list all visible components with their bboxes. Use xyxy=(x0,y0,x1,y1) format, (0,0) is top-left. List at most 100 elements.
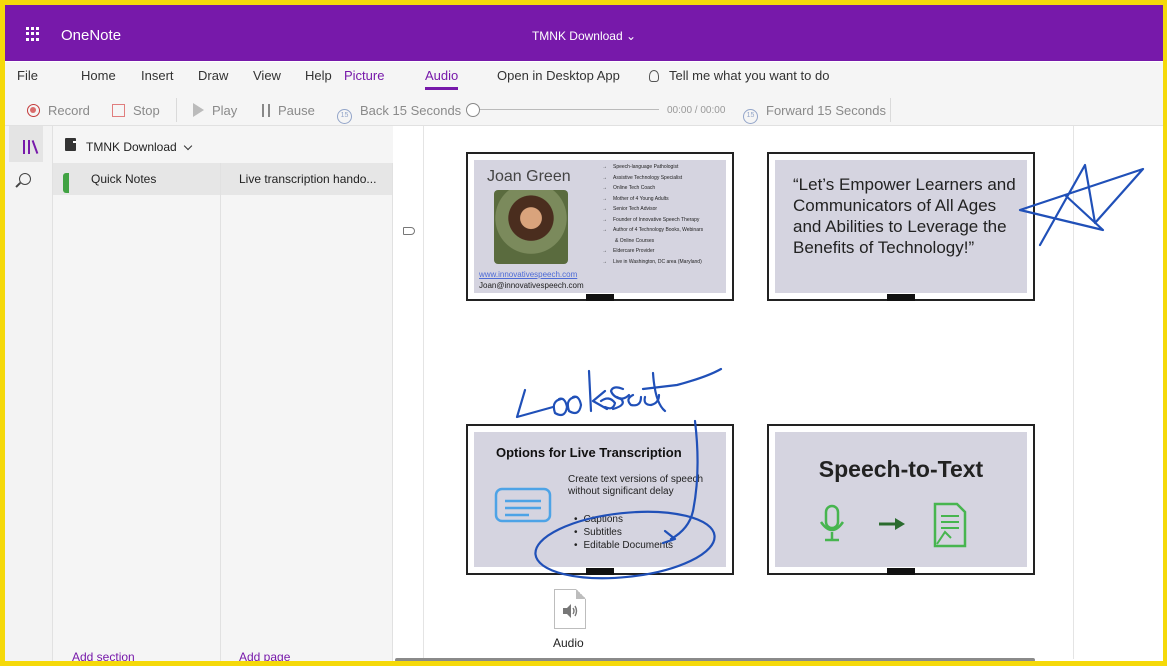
slide-live-transcription[interactable]: Options for Live Transcription Create te… xyxy=(466,424,734,575)
record-icon xyxy=(27,104,40,117)
record-label: Record xyxy=(48,103,90,118)
forward-label: Forward 15 Seconds xyxy=(766,103,886,118)
navigation-rail xyxy=(5,126,53,661)
slide-body: “Let’s Empower Learners and Communicator… xyxy=(775,160,1027,293)
website-link[interactable]: www.innovativespeech.com xyxy=(479,270,577,279)
expand-tag-icon[interactable] xyxy=(403,227,415,235)
list-item: Captions xyxy=(574,513,673,526)
pause-button[interactable]: Pause xyxy=(262,103,315,118)
list-item: Subtitles xyxy=(574,526,673,539)
document-icon xyxy=(933,502,967,548)
section-color-tab xyxy=(63,173,69,193)
add-section-button[interactable]: Add section xyxy=(72,650,135,661)
list-item: Editable Documents xyxy=(574,539,674,552)
sections-pane: Quick Notes Add section xyxy=(53,163,221,661)
page-label: Live transcription hando... xyxy=(239,172,377,186)
slide-body: Joan Green www.innovativespeech.com Joan… xyxy=(474,160,726,293)
speaker-icon xyxy=(563,604,578,618)
slide-body: Options for Live Transcription Create te… xyxy=(474,432,726,567)
page-margin-line xyxy=(1073,126,1074,659)
speaker-photo xyxy=(494,190,568,264)
record-button[interactable]: Record xyxy=(27,103,90,118)
play-button[interactable]: Play xyxy=(193,103,237,118)
add-page-button[interactable]: Add page xyxy=(239,650,290,661)
audio-attachment-label: Audio xyxy=(553,636,584,650)
tab-insert[interactable]: Insert xyxy=(141,68,174,83)
slide-description: Create text versions of speech without s… xyxy=(568,474,704,497)
rewind-icon: 15 xyxy=(337,109,352,124)
slide-body: Speech-to-Text xyxy=(775,432,1027,567)
toolbar-divider xyxy=(890,98,891,122)
toolbar-divider xyxy=(176,98,177,122)
bio-item: Speech-language Pathologist xyxy=(602,162,703,173)
slide-tag xyxy=(586,294,614,301)
speech-to-document-icons xyxy=(819,502,967,548)
tell-me-label: Tell me what you want to do xyxy=(669,68,830,83)
page-item[interactable]: Live transcription hando... xyxy=(221,163,392,195)
library-icon xyxy=(23,140,39,154)
tab-help[interactable]: Help xyxy=(305,68,332,83)
speaker-name: Joan Green xyxy=(487,168,571,185)
microphone-icon xyxy=(819,504,845,542)
pages-pane: Live transcription hando... Add page xyxy=(221,163,393,661)
slide-tag xyxy=(887,568,915,575)
tab-audio[interactable]: Audio xyxy=(425,68,459,90)
horizontal-scrollbar[interactable] xyxy=(395,658,1035,661)
slide-title: Options for Live Transcription xyxy=(496,445,682,460)
audio-attachment[interactable] xyxy=(554,589,586,629)
slide-tag xyxy=(586,568,614,575)
bio-item: Assistive Technology Specialist xyxy=(602,173,703,184)
tab-home[interactable]: Home xyxy=(81,68,116,83)
slide-joan-green[interactable]: Joan Green www.innovativespeech.com Joan… xyxy=(466,152,734,301)
bio-item: Mother of 4 Young Adults xyxy=(602,194,703,205)
slide-title: Speech-to-Text xyxy=(818,456,984,482)
tab-picture[interactable]: Picture xyxy=(344,68,384,83)
notebook-name: TMNK Download xyxy=(86,140,177,154)
seek-slider-thumb[interactable] xyxy=(466,103,480,117)
slide-speech-to-text[interactable]: Speech-to-Text xyxy=(767,424,1035,575)
slide-quote[interactable]: “Let’s Empower Learners and Communicator… xyxy=(767,152,1035,301)
document-title[interactable]: TMNK Download ⌄ xyxy=(5,29,1163,43)
arrow-right-icon xyxy=(879,518,905,530)
chat-bubble-icon xyxy=(494,487,552,523)
stop-label: Stop xyxy=(133,103,160,118)
tab-file[interactable]: File xyxy=(17,68,38,83)
section-item-quick-notes[interactable]: Quick Notes xyxy=(53,163,220,195)
slide-tag xyxy=(887,294,915,301)
options-list: Captions Subtitles Editable Documents xyxy=(574,513,674,552)
pause-label: Pause xyxy=(278,103,315,118)
bio-item: Author of 4 Technology Books, Webinars xyxy=(602,225,703,236)
tab-draw[interactable]: Draw xyxy=(198,68,228,83)
back-15-button[interactable]: 15 Back 15 Seconds xyxy=(337,103,461,124)
search-icon[interactable] xyxy=(19,173,31,185)
bio-list: Speech-language Pathologist Assistive Te… xyxy=(602,162,703,267)
notebook-picker[interactable]: TMNK Download xyxy=(53,126,393,163)
bio-item: Eldercare Provider xyxy=(602,246,703,257)
play-label: Play xyxy=(212,103,238,118)
page-margin-line xyxy=(423,126,424,659)
bio-item: Founder of Innovative Speech Therapy xyxy=(602,215,703,226)
back-label: Back 15 Seconds xyxy=(360,103,462,118)
open-desktop-app-button[interactable]: Open in Desktop App xyxy=(497,68,620,83)
pause-icon xyxy=(262,104,270,117)
play-icon xyxy=(193,103,204,117)
bio-item: Live in Washington, DC area (Maryland) xyxy=(602,257,703,268)
time-readout: 00:00 / 00:00 xyxy=(667,105,726,116)
stop-button[interactable]: Stop xyxy=(112,103,160,118)
bio-item: Senior Tech Advisor xyxy=(602,204,703,215)
bio-item: Online Tech Coach xyxy=(602,183,703,194)
onenote-window: OneNote TMNK Download ⌄ File Home Insert… xyxy=(5,5,1163,661)
notebooks-button[interactable] xyxy=(9,126,43,162)
forward-15-button[interactable]: 15 Forward 15 Seconds xyxy=(743,103,886,124)
lightbulb-icon xyxy=(649,70,659,82)
section-label: Quick Notes xyxy=(91,172,157,186)
tell-me-search[interactable]: Tell me what you want to do xyxy=(649,68,829,83)
tab-view[interactable]: View xyxy=(253,68,281,83)
chevron-down-icon xyxy=(183,141,192,151)
notebook-name-wrap: TMNK Download xyxy=(86,140,192,154)
quote-text: “Let’s Empower Learners and Communicator… xyxy=(793,175,1016,257)
title-bar: OneNote TMNK Download ⌄ xyxy=(5,5,1163,61)
fast-forward-icon: 15 xyxy=(743,109,758,124)
seek-slider[interactable] xyxy=(477,109,659,110)
ribbon-tabs: File Home Insert Draw View Help Picture … xyxy=(5,62,1163,92)
